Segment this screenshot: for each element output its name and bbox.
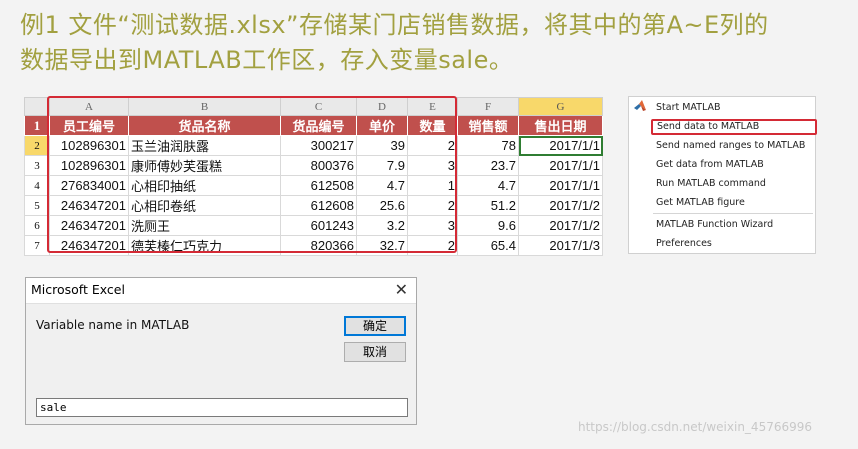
- table-row: 2 102896301 玉兰油润肤露 300217 39 2 78 2017/1…: [24, 135, 603, 156]
- cell[interactable]: 612508: [280, 175, 357, 196]
- header-cell[interactable]: 单价: [356, 115, 408, 136]
- header-cell[interactable]: 数量: [407, 115, 458, 136]
- col-letter-a[interactable]: A: [49, 97, 129, 116]
- table-row: 3 102896301 康师傅妙芙蛋糕 800376 7.9 3 23.7 20…: [24, 155, 603, 176]
- row-number[interactable]: 6: [24, 215, 50, 236]
- variable-name-input[interactable]: sale: [36, 398, 408, 417]
- cell[interactable]: 4.7: [356, 175, 408, 196]
- menu-item-start-matlab[interactable]: Start MATLAB: [656, 100, 721, 116]
- matlab-logo-icon: [634, 100, 646, 111]
- col-letter-c[interactable]: C: [280, 97, 357, 116]
- cell[interactable]: 102896301: [49, 155, 129, 176]
- dialog-prompt: Variable name in MATLAB: [36, 318, 190, 332]
- cell[interactable]: 23.7: [457, 155, 519, 176]
- cell[interactable]: 心相印抽纸: [128, 175, 281, 196]
- col-letter-f[interactable]: F: [457, 97, 519, 116]
- title-line-2: 数据导出到MATLAB工作区，存入变量sale。: [20, 46, 514, 74]
- col-letter-b[interactable]: B: [128, 97, 281, 116]
- menu-item-get-figure[interactable]: Get MATLAB figure: [656, 195, 745, 211]
- table-header-row: 1 员工编号 货品名称 货品编号 单价 数量 销售额 售出日期: [24, 115, 603, 136]
- cell[interactable]: 246347201: [49, 195, 129, 216]
- cell[interactable]: 3: [407, 215, 458, 236]
- col-letter-d[interactable]: D: [356, 97, 408, 116]
- cell[interactable]: 78: [457, 135, 519, 156]
- cell[interactable]: 2: [407, 135, 458, 156]
- cell[interactable]: 246347201: [49, 215, 129, 236]
- cell[interactable]: 800376: [280, 155, 357, 176]
- cell[interactable]: 7.9: [356, 155, 408, 176]
- cell[interactable]: 洗厕王: [128, 215, 281, 236]
- spreadsheet: A B C D E F G 1 员工编号 货品名称 货品编号 单价 数量 销售额…: [24, 97, 603, 256]
- col-letter-g[interactable]: G: [518, 97, 603, 116]
- row-number[interactable]: 4: [24, 175, 50, 196]
- cell[interactable]: 39: [356, 135, 408, 156]
- cell[interactable]: 4.7: [457, 175, 519, 196]
- ok-button[interactable]: 确定: [344, 316, 406, 336]
- menu-item-send-named-ranges[interactable]: Send named ranges to MATLAB: [656, 138, 805, 154]
- cell[interactable]: 300217: [280, 135, 357, 156]
- cell[interactable]: 276834001: [49, 175, 129, 196]
- cell[interactable]: 心相印卷纸: [128, 195, 281, 216]
- title-line-1: 例1 文件“测试数据.xlsx”存储某门店销售数据，将其中的第A~E列的: [20, 11, 769, 39]
- cell[interactable]: 601243: [280, 215, 357, 236]
- cell[interactable]: 玉兰油润肤露: [128, 135, 281, 156]
- cell[interactable]: 32.7: [356, 235, 408, 256]
- cell[interactable]: 2017/1/2: [518, 195, 603, 216]
- cell[interactable]: 2017/1/1: [518, 175, 603, 196]
- close-icon[interactable]: ✕: [395, 280, 408, 299]
- cell[interactable]: 65.4: [457, 235, 519, 256]
- cell[interactable]: 25.6: [356, 195, 408, 216]
- row-number[interactable]: 1: [24, 115, 50, 136]
- table-row: 5 246347201 心相印卷纸 612608 25.6 2 51.2 201…: [24, 195, 603, 216]
- col-letter-e[interactable]: E: [407, 97, 458, 116]
- header-cell[interactable]: 货品名称: [128, 115, 281, 136]
- cancel-button[interactable]: 取消: [344, 342, 406, 362]
- cell[interactable]: 康师傅妙芙蛋糕: [128, 155, 281, 176]
- table-row: 7 246347201 德芙榛仁巧克力 820366 32.7 2 65.4 2…: [24, 235, 603, 256]
- menu-item-function-wizard[interactable]: MATLAB Function Wizard: [656, 217, 773, 233]
- header-cell[interactable]: 货品编号: [280, 115, 357, 136]
- matlab-context-menu: Start MATLAB Send data to MATLAB Send na…: [628, 96, 817, 254]
- row-number[interactable]: 7: [24, 235, 50, 256]
- cell[interactable]: 3: [407, 155, 458, 176]
- menu-item-run-command[interactable]: Run MATLAB command: [656, 176, 766, 192]
- cell[interactable]: 2017/1/2: [518, 215, 603, 236]
- row-number[interactable]: 2: [24, 135, 50, 156]
- header-cell[interactable]: 销售额: [457, 115, 519, 136]
- dialog-title: Microsoft Excel: [31, 282, 125, 297]
- cell[interactable]: 德芙榛仁巧克力: [128, 235, 281, 256]
- select-all-corner[interactable]: [24, 97, 50, 116]
- header-cell[interactable]: 员工编号: [49, 115, 129, 136]
- cell[interactable]: 612608: [280, 195, 357, 216]
- cell[interactable]: 2: [407, 195, 458, 216]
- row-number[interactable]: 5: [24, 195, 50, 216]
- menu-item-preferences[interactable]: Preferences: [656, 236, 712, 252]
- table-row: 6 246347201 洗厕王 601243 3.2 3 9.6 2017/1/…: [24, 215, 603, 236]
- cell[interactable]: 1: [407, 175, 458, 196]
- slide-title: 例1 文件“测试数据.xlsx”存储某门店销售数据，将其中的第A~E列的 数据导…: [20, 8, 850, 78]
- variable-name-dialog: Microsoft Excel ✕ Variable name in MATLA…: [25, 277, 417, 425]
- table-row: 4 276834001 心相印抽纸 612508 4.7 1 4.7 2017/…: [24, 175, 603, 196]
- menu-separator: [653, 213, 813, 214]
- active-cell[interactable]: 2017/1/1: [518, 135, 603, 156]
- cell[interactable]: 820366: [280, 235, 357, 256]
- cell[interactable]: 3.2: [356, 215, 408, 236]
- cell[interactable]: 2017/1/3: [518, 235, 603, 256]
- header-cell[interactable]: 售出日期: [518, 115, 603, 136]
- watermark: https://blog.csdn.net/weixin_45766996: [578, 420, 813, 434]
- dialog-title-bar: Microsoft Excel ✕: [26, 278, 416, 304]
- cell[interactable]: 9.6: [457, 215, 519, 236]
- cell[interactable]: 51.2: [457, 195, 519, 216]
- menu-item-get-data[interactable]: Get data from MATLAB: [656, 157, 764, 173]
- cell[interactable]: 2: [407, 235, 458, 256]
- cell[interactable]: 246347201: [49, 235, 129, 256]
- cell[interactable]: 102896301: [49, 135, 129, 156]
- cell[interactable]: 2017/1/1: [518, 155, 603, 176]
- column-header-row: A B C D E F G: [24, 97, 603, 116]
- menu-item-send-data[interactable]: Send data to MATLAB: [651, 119, 817, 135]
- row-number[interactable]: 3: [24, 155, 50, 176]
